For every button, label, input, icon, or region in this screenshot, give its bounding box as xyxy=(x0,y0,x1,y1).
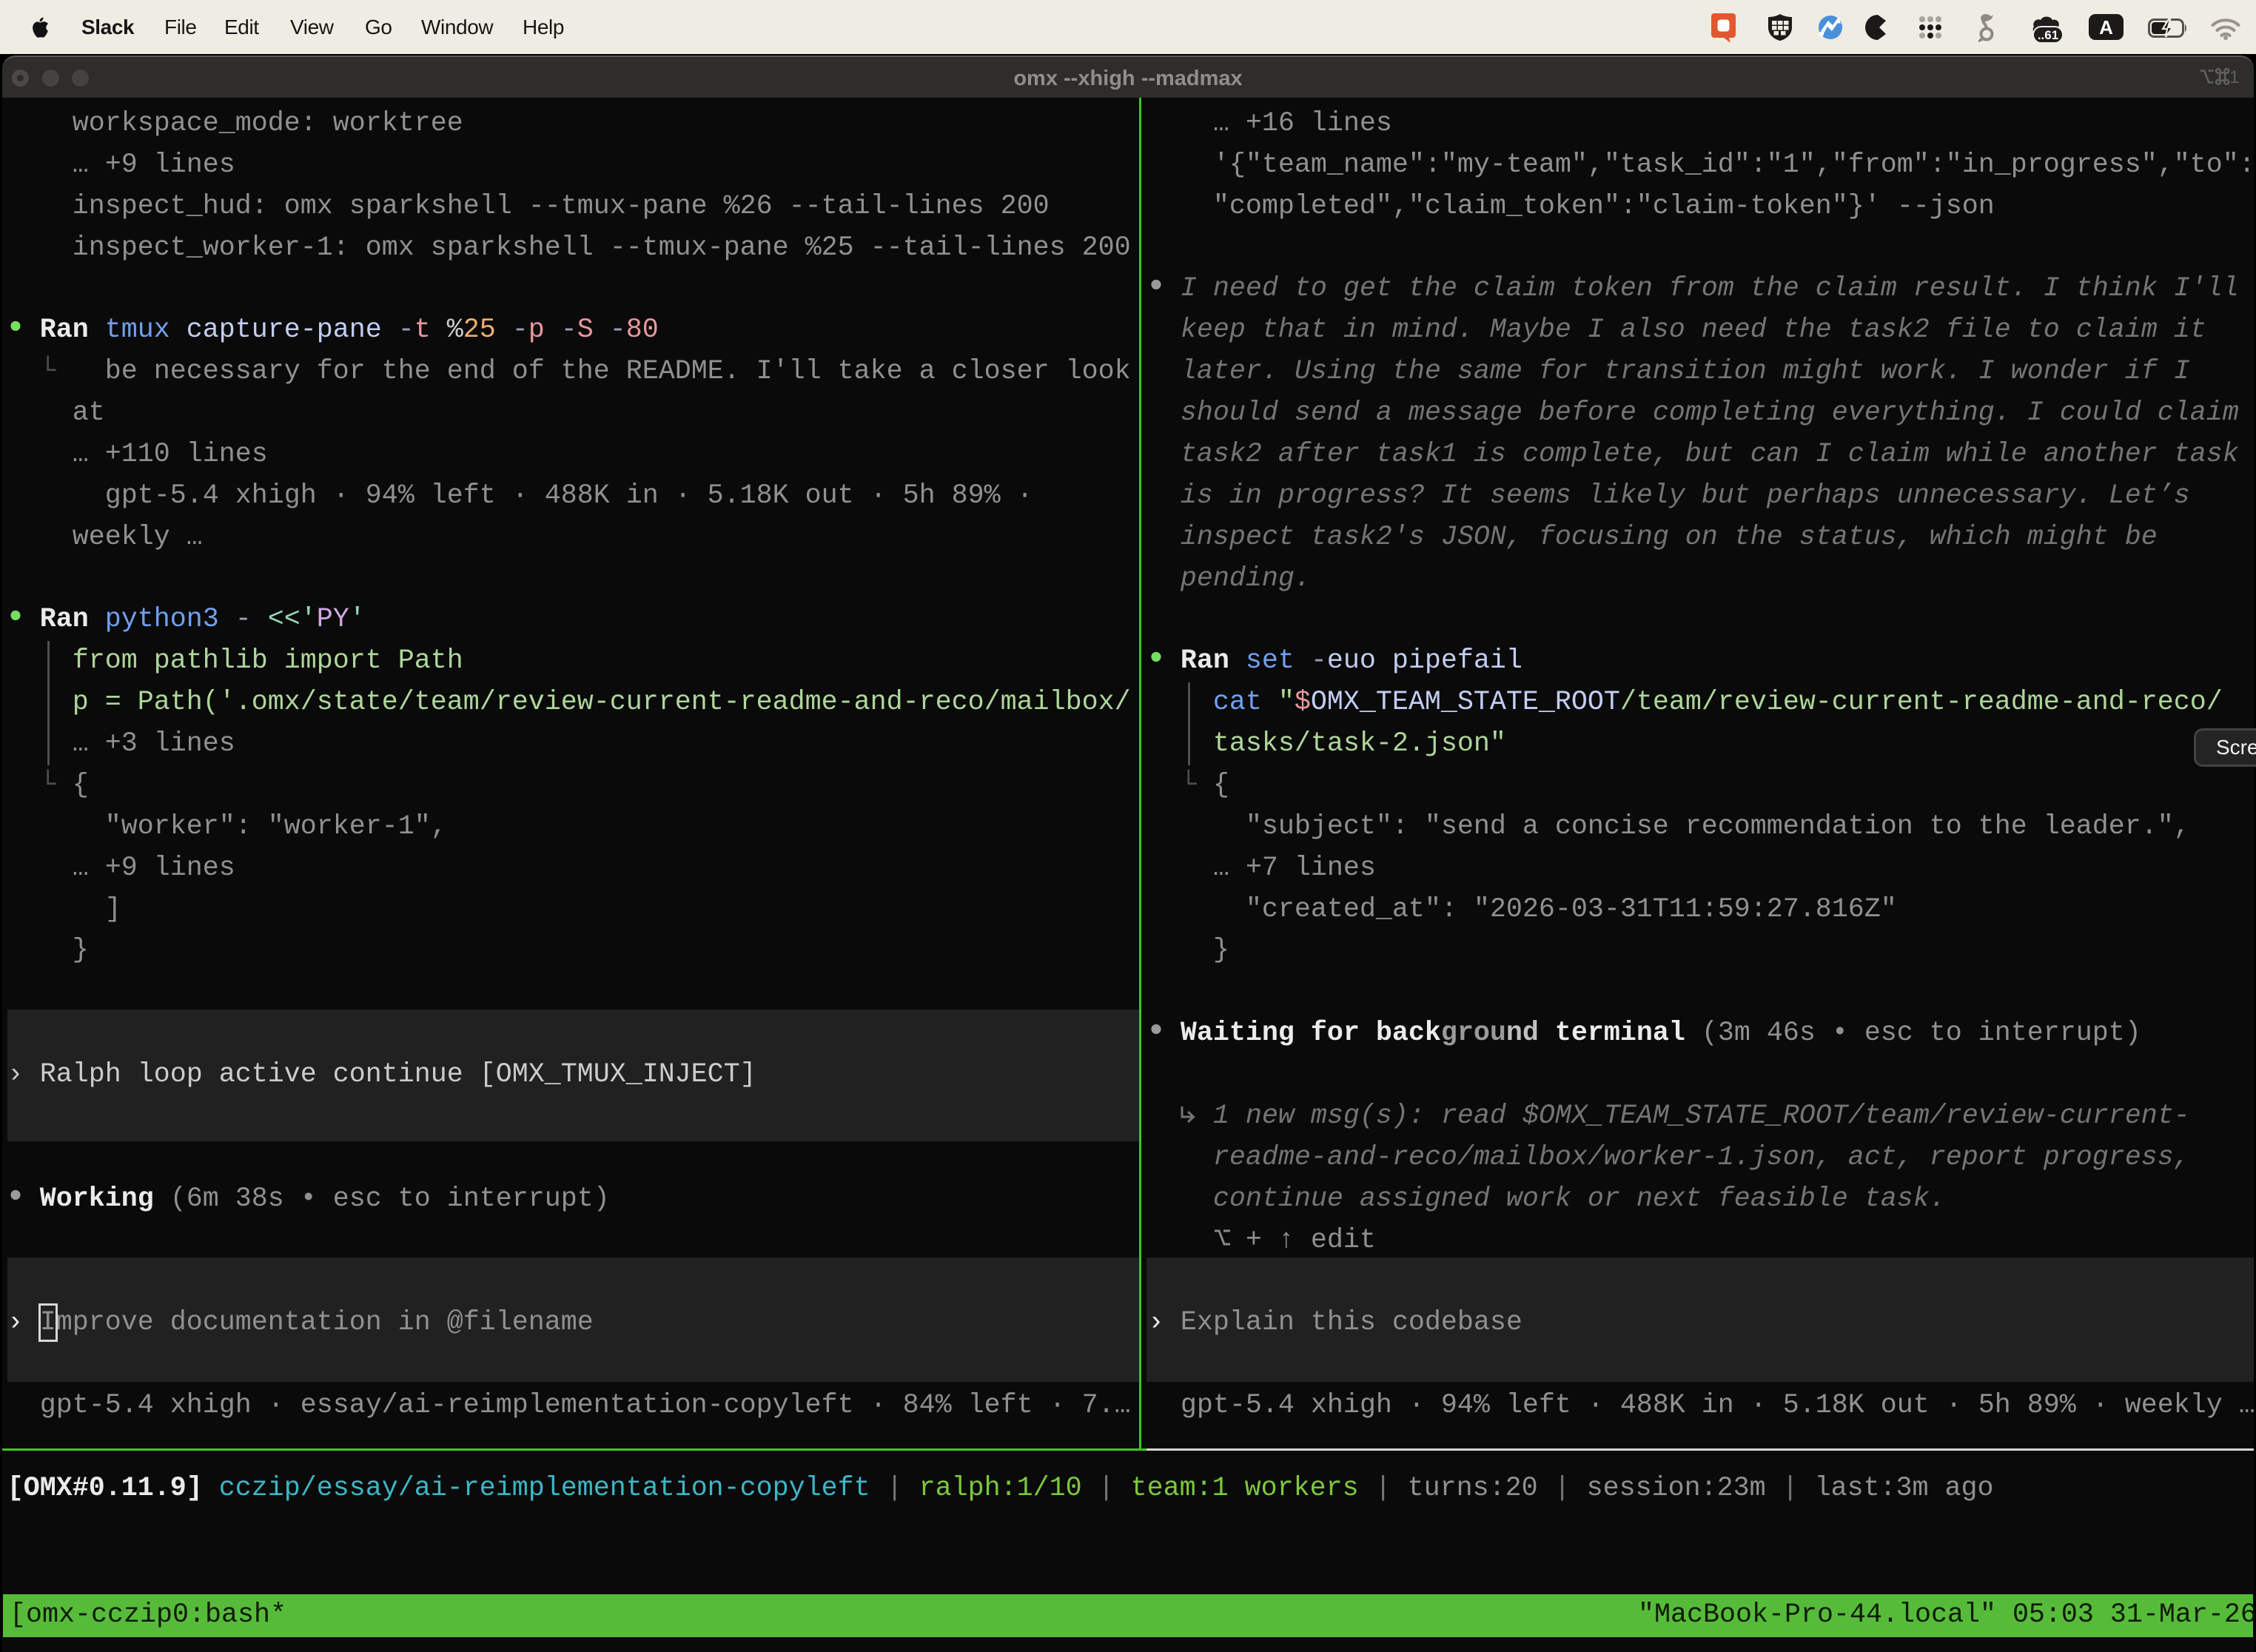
svg-text:A: A xyxy=(2099,16,2113,38)
svg-text:..61: ..61 xyxy=(2038,28,2058,42)
svg-text:1: 1 xyxy=(2229,68,2239,86)
